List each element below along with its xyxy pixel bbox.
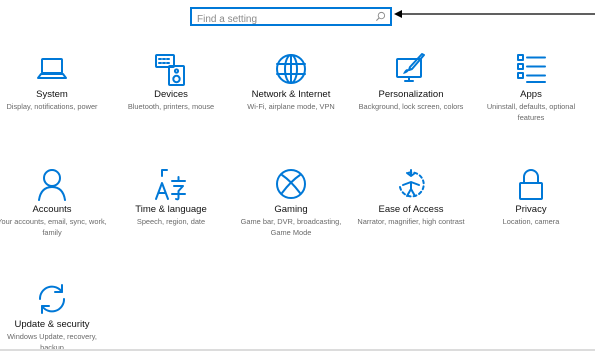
globe-icon	[276, 54, 306, 84]
tile-network-internet[interactable]: Network & Internet Wi-Fi, airplane mode,…	[232, 52, 350, 113]
tile-label: Personalization	[378, 89, 444, 100]
person-icon	[38, 169, 66, 201]
tile-privacy[interactable]: Privacy Location, camera	[472, 167, 590, 228]
pointer-arrow	[394, 10, 595, 18]
tile-label: Accounts	[32, 204, 72, 215]
tile-ease-of-access[interactable]: Ease of Access Narrator, magnifier, high…	[352, 167, 470, 228]
tile-label: Privacy	[515, 204, 547, 215]
tile-description: Background, lock screen, colors	[358, 102, 464, 111]
tile-update-security[interactable]: Update & security Windows Update, recove…	[0, 282, 111, 351]
tile-label: Time & language	[135, 204, 207, 215]
lock-icon	[519, 169, 543, 200]
tile-description: Your accounts, email, sync, work, family	[0, 217, 107, 237]
tile-description: Uninstall, defaults, optional features	[486, 102, 576, 122]
laptop-icon	[37, 58, 67, 79]
time-language-icon	[155, 169, 186, 201]
tile-personalization[interactable]: Personalization Background, lock screen,…	[352, 52, 470, 113]
keyboard-speaker-icon	[155, 54, 185, 86]
tile-gaming[interactable]: Gaming Game bar, DVR, broadcasting, Game…	[232, 167, 350, 238]
paint-monitor-icon	[396, 53, 425, 82]
tile-description: Speech, region, date	[136, 217, 206, 226]
search-input[interactable]	[192, 12, 367, 27]
search-box[interactable]	[190, 7, 392, 27]
tile-label: Devices	[154, 89, 188, 100]
tile-label: Network & Internet	[251, 89, 331, 100]
tile-devices[interactable]: Devices Bluetooth, printers, mouse	[112, 52, 230, 113]
tile-system[interactable]: System Display, notifications, power	[0, 52, 111, 113]
apps-list-icon	[517, 54, 546, 83]
ease-of-access-icon	[399, 169, 425, 198]
tile-description: Narrator, magnifier, high contrast	[357, 217, 465, 226]
sync-arrows-icon	[38, 284, 66, 314]
tile-label: System	[36, 89, 68, 100]
xbox-icon	[276, 169, 306, 199]
tile-label: Apps	[520, 89, 542, 100]
tile-time-language[interactable]: Time & language Speech, region, date	[112, 167, 230, 228]
tile-description: Game bar, DVR, broadcasting, Game Mode	[240, 217, 342, 237]
search-icon[interactable]	[375, 11, 386, 22]
tile-label: Update & security	[14, 319, 90, 330]
tile-description: Location, camera	[502, 217, 560, 226]
tile-label: Gaming	[274, 204, 308, 215]
tile-apps[interactable]: Apps Uninstall, defaults, optional featu…	[472, 52, 590, 123]
tile-description: Wi-Fi, airplane mode, VPN	[247, 102, 335, 111]
tile-accounts[interactable]: Accounts Your accounts, email, sync, wor…	[0, 167, 111, 238]
tile-description: Display, notifications, power	[6, 102, 98, 111]
tile-description: Bluetooth, printers, mouse	[127, 102, 215, 111]
tile-label: Ease of Access	[378, 204, 444, 215]
